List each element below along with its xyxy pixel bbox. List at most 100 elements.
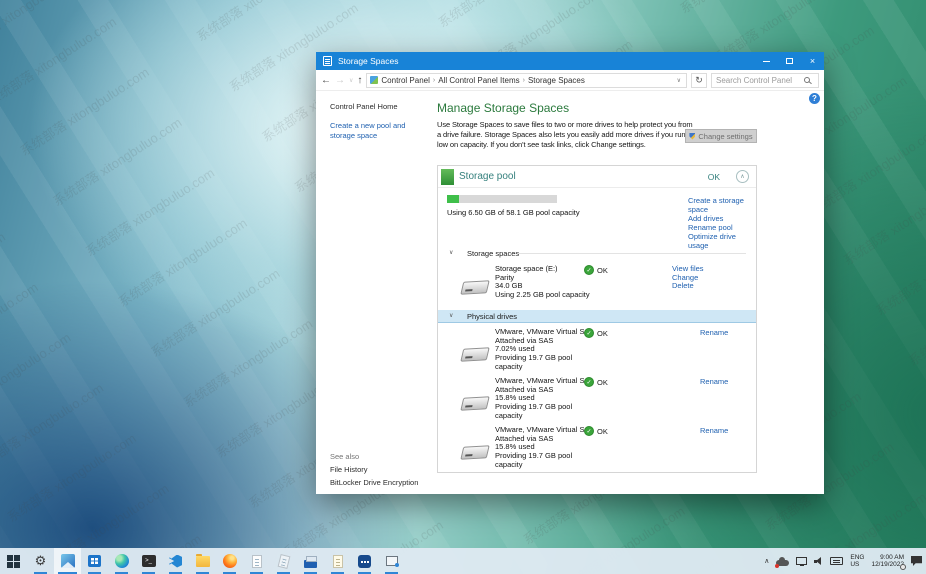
pool-capacity-fill: [447, 195, 460, 203]
drive-providing: Providing 19.7 GB pool capacity: [495, 451, 573, 469]
status-badge: ✓ OK: [584, 265, 608, 275]
taskbar-icon-settings[interactable]: [27, 548, 54, 574]
taskbar-icon-snipping-tool[interactable]: [378, 548, 405, 574]
notification-badge: [900, 564, 906, 570]
taskbar-icon-store[interactable]: [81, 548, 108, 574]
titlebar[interactable]: Storage Spaces ×: [316, 52, 824, 70]
link-rename[interactable]: Rename: [700, 328, 728, 337]
edge-browser-icon: [114, 554, 129, 568]
breadcrumb-separator: ›: [522, 76, 525, 84]
link-rename-pool[interactable]: Rename pool: [688, 223, 758, 232]
address-dropdown-icon[interactable]: ∨: [675, 77, 683, 84]
network-display-icon[interactable]: [796, 557, 808, 566]
sidebar-item-create-pool[interactable]: Create a new pool and storage space: [330, 121, 426, 141]
taskbar-icon-document[interactable]: [270, 548, 297, 574]
taskbar-icon-app-blue[interactable]: [351, 548, 378, 574]
address-bar[interactable]: Control Panel › All Control Panel Items …: [366, 72, 687, 88]
search-input[interactable]: [716, 75, 804, 85]
sidebar-item-control-panel-home[interactable]: Control Panel Home: [330, 102, 398, 111]
help-icon[interactable]: ?: [809, 93, 820, 104]
storage-pool-panel: Storage pool OK ∧ Using 6.50 GB of 58.1 …: [437, 165, 757, 473]
tray-expand-icon[interactable]: ∧: [764, 557, 769, 565]
change-settings-button[interactable]: Change settings: [685, 129, 757, 143]
taskbar-icon-printer[interactable]: [297, 548, 324, 574]
close-button[interactable]: ×: [801, 52, 824, 70]
link-create-storage-space[interactable]: Create a storage space: [688, 196, 758, 214]
breadcrumb-separator: ›: [432, 76, 436, 84]
vscode-icon: [169, 554, 182, 568]
desktop: { "desktop": { "watermark": "系统部落 xitong…: [0, 0, 926, 574]
taskbar-icon-edge[interactable]: [108, 548, 135, 574]
see-also-label: See also: [330, 452, 360, 461]
blue-app-icon: [358, 554, 371, 568]
status-badge: ✓ OK: [584, 328, 608, 338]
gear-icon: [35, 552, 47, 570]
storage-pool-header: Storage pool OK ∧: [438, 166, 756, 188]
action-center-icon[interactable]: [911, 556, 922, 566]
taskbar-icon-notepad[interactable]: [243, 548, 270, 574]
breadcrumb-item-all-items[interactable]: All Control Panel Items: [438, 76, 519, 85]
pool-capacity-bar: [447, 195, 557, 203]
sidebar-item-bitlocker[interactable]: BitLocker Drive Encryption: [330, 478, 418, 487]
document-icon: [251, 554, 262, 568]
pool-actions: Create a storage space Add drives Rename…: [688, 196, 758, 250]
time-text: 9:00 AM: [880, 554, 904, 561]
folder-icon: [195, 553, 210, 567]
snipping-tool-icon: [385, 556, 399, 567]
link-rename[interactable]: Rename: [700, 377, 728, 386]
link-rename[interactable]: Rename: [700, 426, 728, 435]
pool-status: OK: [707, 172, 720, 182]
status-badge: ✓ OK: [584, 426, 608, 436]
app-icon: [323, 56, 332, 66]
drive-icon: [460, 347, 490, 362]
storage-space-details: Storage space (E:) Parity 34.0 GB Using …: [495, 264, 590, 300]
drive-icon: [460, 445, 490, 460]
status-text: OK: [597, 265, 608, 275]
taskbar: ∧ ENG US 9:00 AM 12/19/2022: [0, 548, 926, 574]
history-dropdown-icon[interactable]: ∨: [349, 77, 353, 84]
taskbar-icon-terminal[interactable]: [135, 548, 162, 574]
chevron-down-icon[interactable]: ∨: [449, 312, 453, 319]
start-button[interactable]: [0, 548, 27, 574]
navigation-bar: ← → ∨ ↑ Control Panel › All Control Pane…: [316, 70, 824, 91]
taskbar-icon-vscode[interactable]: [162, 548, 189, 574]
refresh-icon[interactable]: ↻: [691, 72, 707, 88]
page-title: Manage Storage Spaces: [437, 101, 570, 115]
check-icon: ✓: [584, 426, 594, 436]
space-actions: View files Change Delete: [672, 264, 704, 291]
check-icon: ✓: [584, 265, 594, 275]
window-title: Storage Spaces: [338, 56, 399, 66]
drive-providing: Providing 19.7 GB pool capacity: [495, 402, 573, 420]
breadcrumb-item-storage-spaces[interactable]: Storage Spaces: [528, 76, 585, 85]
taskbar-icon-photos[interactable]: [54, 548, 81, 574]
chevron-down-icon[interactable]: ∨: [449, 249, 453, 256]
windows-logo-icon: [7, 554, 20, 568]
search-box[interactable]: [711, 72, 819, 88]
link-optimize-drive-usage[interactable]: Optimize drive usage: [688, 232, 758, 250]
back-icon[interactable]: ←: [321, 75, 331, 86]
sidebar-item-file-history[interactable]: File History: [330, 465, 368, 474]
taskbar-icon-file-explorer[interactable]: [189, 548, 216, 574]
up-icon[interactable]: ↑: [357, 75, 362, 86]
touch-keyboard-icon[interactable]: [830, 557, 844, 565]
taskbar-icon-text-editor[interactable]: [324, 548, 351, 574]
link-delete[interactable]: Delete: [672, 282, 704, 291]
notepad-icon: [332, 554, 343, 568]
minimize-button[interactable]: [755, 52, 778, 70]
space-usage: Using 2.25 GB pool capacity: [495, 290, 590, 300]
onedrive-cloud-icon[interactable]: [775, 556, 790, 568]
tilted-document-icon: [277, 553, 290, 569]
taskbar-icon-firefox[interactable]: [216, 548, 243, 574]
pool-usage-text: Using 6.50 GB of 58.1 GB pool capacity: [447, 208, 580, 217]
link-add-drives[interactable]: Add drives: [688, 214, 758, 223]
firefox-icon: [222, 554, 237, 568]
language-indicator[interactable]: ENG US: [850, 554, 864, 568]
section-divider: [518, 253, 746, 254]
breadcrumb-item-control-panel[interactable]: Control Panel: [381, 76, 429, 85]
uac-shield-icon: [689, 132, 696, 140]
store-icon: [88, 555, 101, 567]
maximize-button[interactable]: [778, 52, 801, 70]
printer-icon: [304, 555, 317, 568]
volume-icon[interactable]: [814, 556, 823, 566]
collapse-icon[interactable]: ∧: [736, 170, 749, 183]
